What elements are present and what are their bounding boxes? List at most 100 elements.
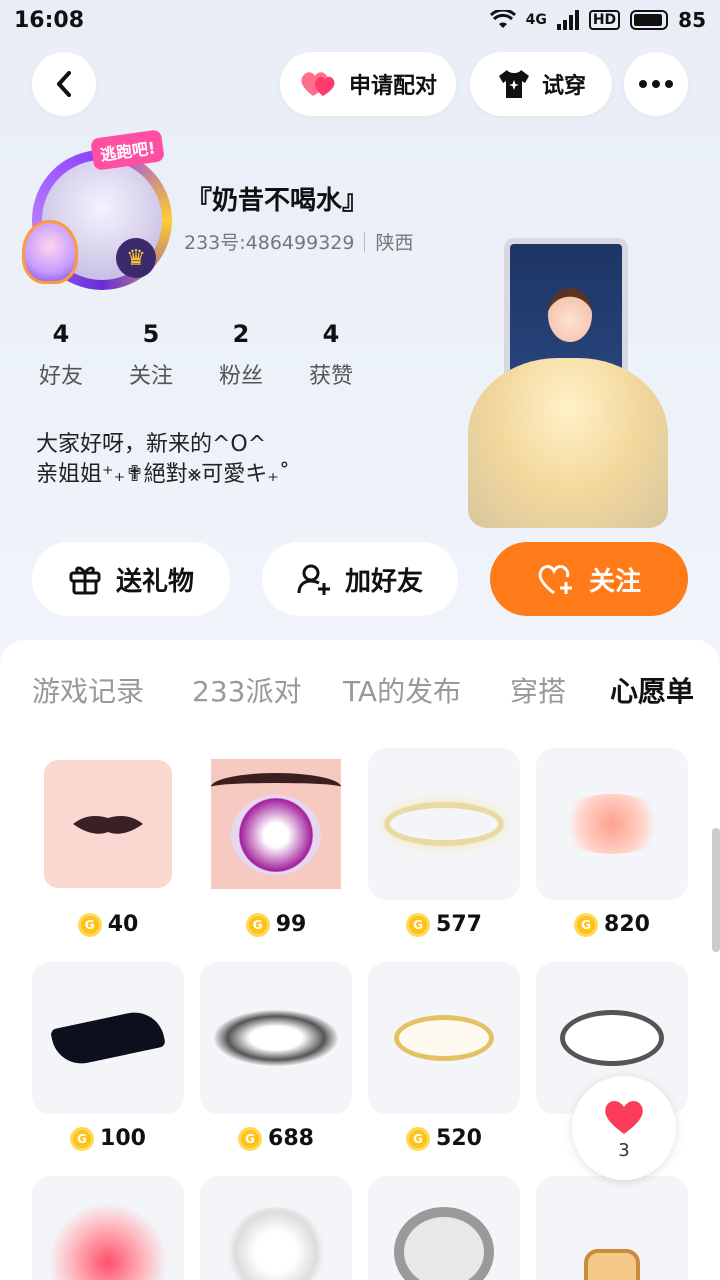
tab-233-party[interactable]: 233派对: [192, 670, 301, 710]
tshirt-icon: [498, 70, 529, 98]
username: 『奶昔不喝水』: [186, 186, 369, 216]
price-value: 40: [107, 912, 139, 937]
coin-icon: G: [574, 912, 599, 937]
stat-label: 粉丝: [218, 364, 263, 389]
stat-friends[interactable]: 4 好友: [36, 320, 86, 390]
status-bar: 16:08 4G HD 85: [0, 0, 720, 40]
coin-icon: G: [406, 912, 431, 937]
wishlist-item[interactable]: [200, 1176, 352, 1280]
avatar[interactable]: 逃跑吧! ♛: [22, 129, 174, 290]
scroll-handle[interactable]: [712, 828, 720, 952]
tab-posts[interactable]: TA的发布: [343, 670, 461, 710]
stat-fans[interactable]: 2 粉丝: [216, 320, 266, 390]
item-image-black-eye-mask: [32, 962, 184, 1114]
tab-bar: 游戏记录 233派对 TA的发布 穿搭 心愿单: [0, 670, 720, 756]
coin-icon: G: [238, 1126, 263, 1151]
content-panel: 游戏记录 233派对 TA的发布 穿搭 心愿单 G 40 G 99 G 577 …: [0, 640, 720, 1280]
floating-like-button[interactable]: 3: [572, 1076, 676, 1180]
add-friend-label: 加好友: [344, 566, 423, 597]
ellipsis-icon: [639, 80, 673, 88]
tab-outfits[interactable]: 穿搭: [510, 670, 566, 710]
stat-number: 4: [322, 320, 340, 348]
hearts-icon: [301, 72, 335, 96]
stat-label: 获赞: [308, 364, 353, 389]
user-id: 233号:486499329: [184, 232, 355, 254]
try-on-label: 试穿: [541, 74, 586, 99]
price-value: 688: [268, 1126, 314, 1151]
battery-icon: [630, 10, 669, 30]
price-value: 99: [275, 912, 307, 937]
stat-label: 关注: [128, 364, 173, 389]
item-image-eye: [200, 748, 352, 900]
pair-request-label: 申请配对: [348, 74, 437, 99]
character-head: [548, 288, 592, 342]
item-price: G 520: [368, 1126, 520, 1151]
battery-level: 85: [678, 8, 706, 32]
item-image-white-flower: [200, 1176, 352, 1280]
wishlist-item[interactable]: G 820: [536, 748, 688, 937]
item-price: G 99: [200, 912, 352, 937]
wishlist-item[interactable]: [536, 1176, 688, 1280]
user-meta: 233号:486499329 陕西: [184, 228, 413, 255]
send-gift-button[interactable]: 送礼物: [32, 542, 230, 616]
gift-icon: [69, 566, 101, 595]
stat-label: 好友: [38, 364, 83, 389]
avatar-frame-badge: 逃跑吧!: [90, 129, 166, 171]
wishlist-item[interactable]: [368, 1176, 520, 1280]
coin-icon: G: [77, 912, 102, 937]
wishlist-item[interactable]: G 520: [368, 962, 520, 1151]
price-value: 820: [604, 912, 650, 937]
item-price: G 40: [32, 912, 184, 937]
character-avatar[interactable]: [468, 238, 668, 538]
add-friend-button[interactable]: 加好友: [262, 542, 458, 616]
send-gift-label: 送礼物: [115, 566, 194, 597]
user-location: 陕西: [375, 232, 414, 254]
item-image-red-magic-circle: [32, 1176, 184, 1280]
add-user-icon: [297, 564, 330, 595]
more-button[interactable]: [624, 52, 688, 116]
try-on-button[interactable]: 试穿: [470, 52, 612, 116]
item-image-gold-magic-circle: [368, 962, 520, 1114]
wishlist-item[interactable]: G 688: [200, 962, 352, 1151]
heart-icon: [605, 1100, 643, 1134]
character-dress: [468, 358, 668, 528]
stat-number: 2: [232, 320, 250, 348]
heart-plus-icon: [538, 565, 572, 595]
wishlist-item[interactable]: G 577: [368, 748, 520, 937]
price-value: 520: [436, 1126, 482, 1151]
chevron-left-icon: [57, 71, 71, 97]
bio-line: 大家好呀，新来的^O^: [36, 432, 267, 457]
item-image-silver-ring: [368, 1176, 520, 1280]
status-time: 16:08: [14, 7, 85, 33]
item-price: G 577: [368, 912, 520, 937]
back-button[interactable]: [32, 52, 96, 116]
meta-divider: [364, 231, 366, 252]
coin-icon: G: [245, 912, 270, 937]
bio: 大家好呀，新来的^O^ 亲姐姐⁺₊✟絕對⨳可愛キ₊˚: [36, 430, 290, 490]
profile-stats: 4 好友 5 关注 2 粉丝 4 获赞: [36, 320, 356, 390]
hd-icon: HD: [588, 10, 621, 30]
wishlist-item[interactable]: G 40: [32, 748, 184, 937]
coin-icon: G: [70, 1126, 95, 1151]
item-price: G 820: [536, 912, 688, 937]
tab-wishlist[interactable]: 心愿单: [610, 670, 694, 710]
item-image-dark-magic-circle: [200, 962, 352, 1114]
tab-game-records[interactable]: 游戏记录: [32, 670, 144, 710]
price-value: 577: [436, 912, 482, 937]
pair-request-button[interactable]: 申请配对: [280, 52, 456, 116]
wifi-icon: [489, 10, 516, 28]
status-icons: 4G HD 85: [489, 8, 706, 32]
item-price: G 688: [200, 1126, 352, 1151]
follow-button[interactable]: 关注: [490, 542, 688, 616]
network-type: 4G: [525, 12, 547, 28]
wishlist-item[interactable]: G 99: [200, 748, 352, 937]
stat-following[interactable]: 5 关注: [126, 320, 176, 390]
stat-number: 5: [142, 320, 160, 348]
avatar-frame-character: [22, 220, 78, 284]
crown-icon: ♛: [116, 238, 156, 278]
wishlist-item[interactable]: [32, 1176, 184, 1280]
wishlist-item[interactable]: G 100: [32, 962, 184, 1151]
signal-icon: [556, 10, 579, 30]
stat-likes[interactable]: 4 获赞: [306, 320, 356, 390]
item-price: G 100: [32, 1126, 184, 1151]
